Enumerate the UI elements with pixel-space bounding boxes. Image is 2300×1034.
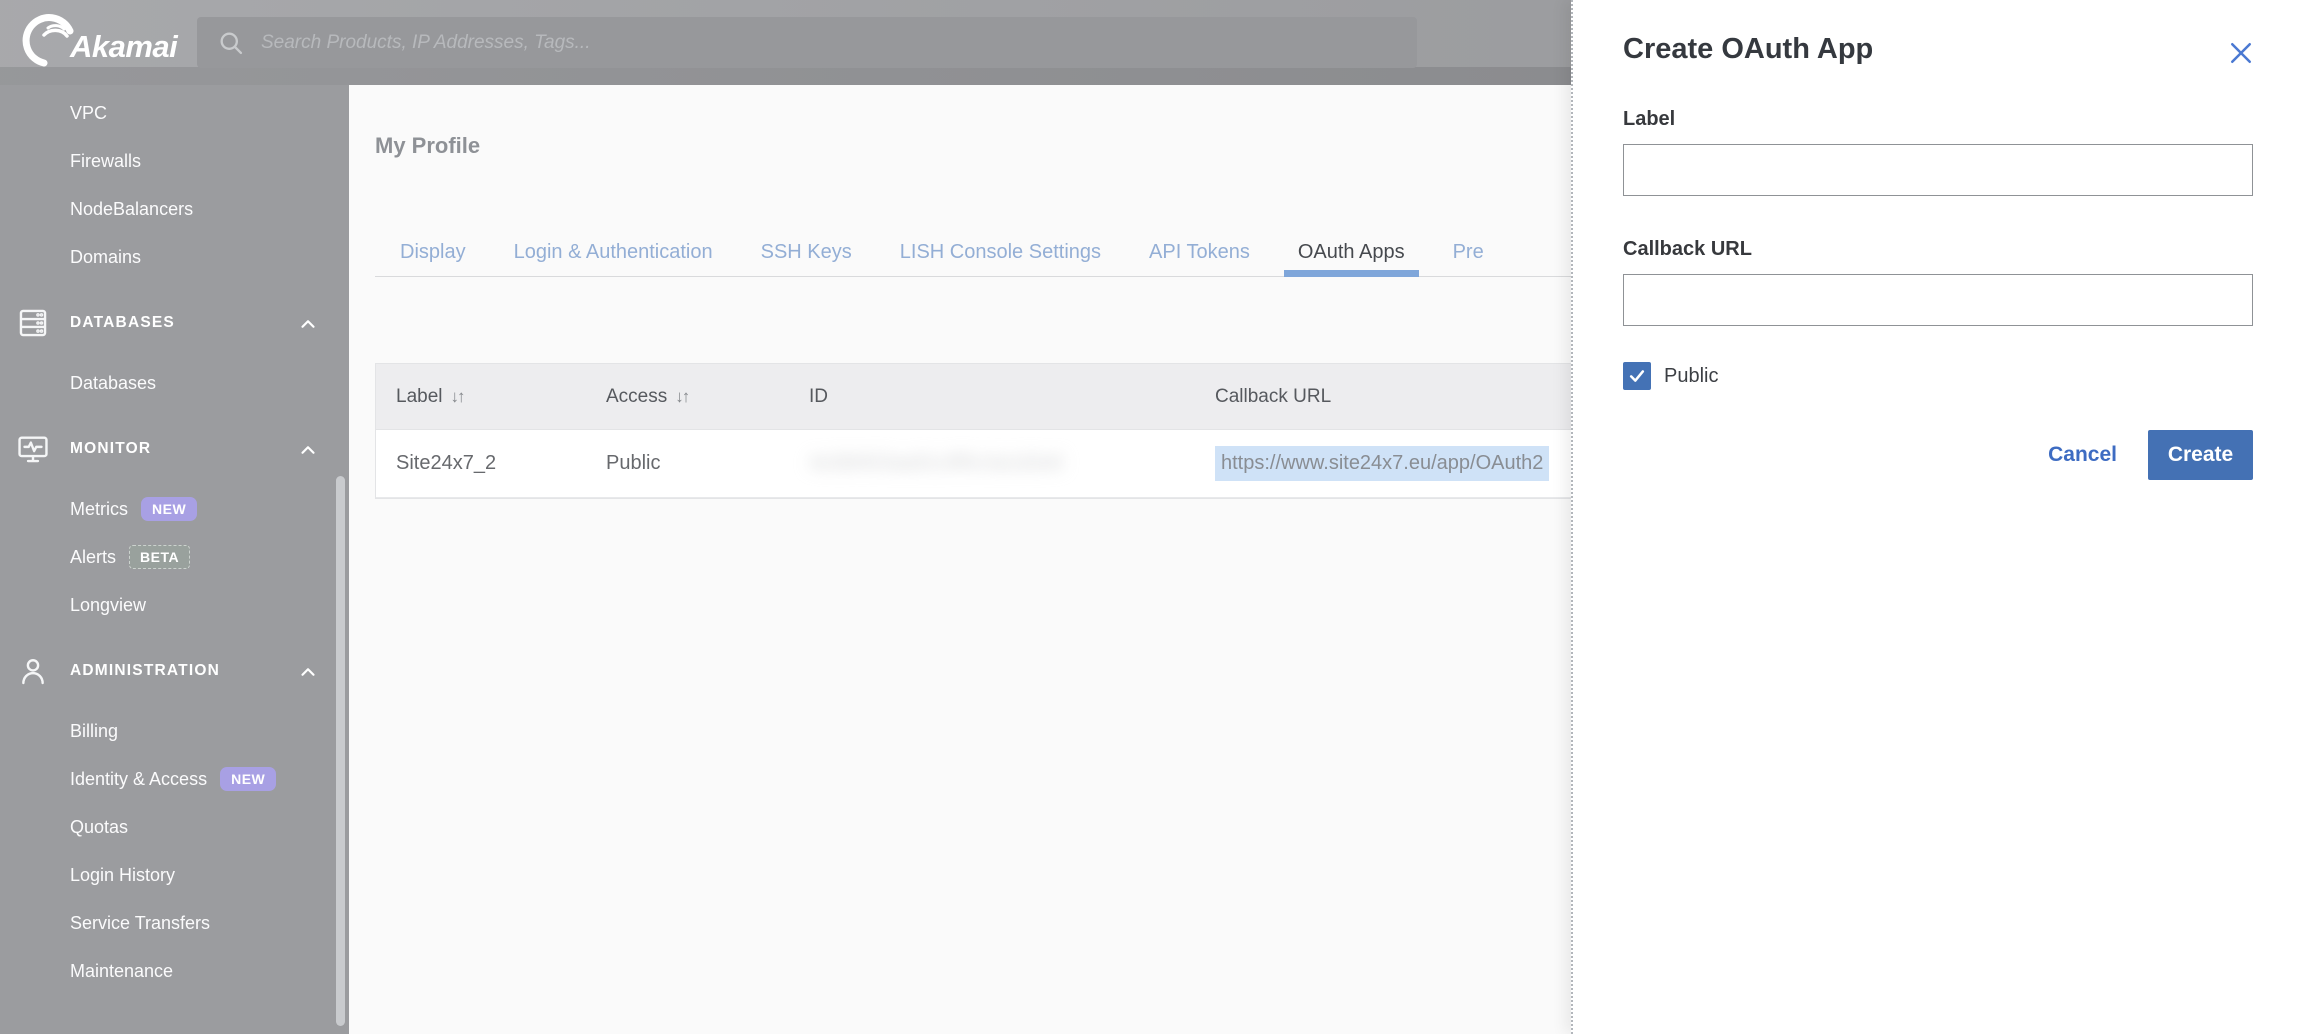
sidebar-item-billing[interactable]: Billing: [0, 707, 349, 755]
sidebar-item-label: Quotas: [70, 817, 128, 838]
sidebar-item-label: NodeBalancers: [70, 199, 193, 220]
column-header-id: ID: [789, 364, 1195, 429]
create-oauth-app-drawer: Create OAuth App Label Callback URL Publ…: [1571, 0, 2300, 1034]
create-button[interactable]: Create: [2148, 430, 2253, 480]
sidebar-scrollbar-thumb[interactable]: [336, 476, 345, 1026]
new-badge: NEW: [220, 767, 276, 791]
callback-url-field[interactable]: [1623, 274, 2253, 326]
monitor-icon: [16, 432, 50, 471]
sidebar-item-domains[interactable]: Domains: [0, 233, 349, 281]
sidebar-item-vpc[interactable]: VPC: [0, 89, 349, 137]
sidebar-item-label: Service Transfers: [70, 913, 210, 934]
tab-preferences[interactable]: Pre: [1439, 228, 1498, 276]
drawer-actions: Cancel Create: [1623, 430, 2253, 480]
page-title: My Profile: [375, 133, 480, 159]
sidebar: VPC Firewalls NodeBalancers Domains D: [0, 85, 349, 1034]
column-header-text: Access: [606, 386, 667, 408]
column-header-access[interactable]: Access ↓↑: [586, 364, 789, 429]
table-row[interactable]: Site24x7_2 Public 4e3bf453aa91c9f5c3a1d2…: [376, 430, 1571, 498]
column-header-label[interactable]: Label ↓↑: [376, 364, 586, 429]
sidebar-item-label: VPC: [70, 103, 107, 124]
tab-oauth-apps[interactable]: OAuth Apps: [1284, 228, 1419, 276]
search-input[interactable]: [245, 17, 1417, 68]
new-badge: NEW: [141, 497, 197, 521]
search-icon: [217, 29, 245, 57]
table-header-row: Label ↓↑ Access ↓↑ ID Callback URL: [376, 364, 1571, 430]
beta-badge: BETA: [129, 545, 190, 569]
column-header-callback-url: Callback URL: [1195, 364, 1571, 429]
sidebar-item-databases[interactable]: Databases: [0, 359, 349, 407]
sidebar-item-label: Firewalls: [70, 151, 141, 172]
public-checkbox-label: Public: [1664, 365, 1718, 388]
callback-url-field-label: Callback URL: [1623, 238, 2253, 261]
column-header-text: Label: [396, 386, 443, 408]
drawer-title: Create OAuth App: [1623, 33, 2253, 66]
label-field[interactable]: [1623, 144, 2253, 196]
sidebar-item-identity-access[interactable]: Identity & Access NEW: [0, 755, 349, 803]
main-content: My Profile Display Login & Authenticatio…: [349, 85, 1571, 1034]
tab-api-tokens[interactable]: API Tokens: [1135, 228, 1264, 276]
sidebar-item-login-history[interactable]: Login History: [0, 851, 349, 899]
close-icon[interactable]: [2226, 38, 2256, 68]
cell-id: 4e3bf453aa91c9f5c3a1d2e8: [789, 430, 1195, 497]
sidebar-item-alerts[interactable]: Alerts BETA: [0, 533, 349, 581]
sidebar-item-maintenance[interactable]: Maintenance: [0, 947, 349, 995]
sidebar-item-label: Billing: [70, 721, 118, 742]
cell-label: Site24x7_2: [376, 430, 586, 497]
logo-wordmark: Akamai: [70, 29, 177, 65]
sort-icon[interactable]: ↓↑: [451, 387, 464, 407]
sidebar-section-label: DATABASES: [70, 314, 175, 332]
check-icon: [1627, 366, 1647, 386]
cell-access: Public: [586, 430, 789, 497]
tab-display[interactable]: Display: [386, 228, 480, 276]
cancel-button[interactable]: Cancel: [2048, 443, 2117, 467]
sidebar-item-label: Databases: [70, 373, 156, 394]
sidebar-item-longview[interactable]: Longview: [0, 581, 349, 629]
chevron-up-icon: [297, 661, 319, 688]
sidebar-section-databases[interactable]: DATABASES: [0, 299, 349, 347]
tab-ssh-keys[interactable]: SSH Keys: [747, 228, 866, 276]
public-checkbox[interactable]: [1623, 362, 1651, 390]
person-icon: [16, 654, 50, 693]
sidebar-item-label: Domains: [70, 247, 141, 268]
sidebar-item-quotas[interactable]: Quotas: [0, 803, 349, 851]
sidebar-item-label: Identity & Access: [70, 769, 207, 790]
callback-url-selected-text: https://www.site24x7.eu/app/OAuth2: [1215, 446, 1549, 481]
profile-tabs: Display Login & Authentication SSH Keys …: [375, 228, 1571, 277]
column-header-text: ID: [809, 386, 828, 408]
sidebar-item-service-transfers[interactable]: Service Transfers: [0, 899, 349, 947]
chevron-up-icon: [297, 313, 319, 340]
global-search: [197, 17, 1417, 68]
sidebar-section-administration[interactable]: ADMINISTRATION: [0, 647, 349, 695]
column-header-text: Callback URL: [1215, 386, 1331, 408]
oauth-app-access: Public: [606, 452, 660, 475]
oauth-apps-table: Label ↓↑ Access ↓↑ ID Callback URL Site2…: [375, 363, 1571, 499]
chevron-up-icon: [297, 439, 319, 466]
sidebar-section-monitor[interactable]: MONITOR: [0, 425, 349, 473]
sidebar-section-label: MONITOR: [70, 440, 151, 458]
sort-icon[interactable]: ↓↑: [675, 387, 688, 407]
redacted-id: 4e3bf453aa91c9f5c3a1d2e8: [809, 452, 1063, 475]
tab-login-authentication[interactable]: Login & Authentication: [500, 228, 727, 276]
database-icon: [16, 306, 50, 345]
sidebar-item-label: Alerts: [70, 547, 116, 568]
app-screen: Akamai VPC Firewalls NodeBalancers Domai…: [0, 0, 2300, 1034]
public-checkbox-row[interactable]: Public: [1623, 362, 2253, 390]
label-field-label: Label: [1623, 108, 2253, 131]
sidebar-section-label: ADMINISTRATION: [70, 662, 220, 680]
tab-lish-console-settings[interactable]: LISH Console Settings: [886, 228, 1115, 276]
sidebar-item-nodebalancers[interactable]: NodeBalancers: [0, 185, 349, 233]
sidebar-item-metrics[interactable]: Metrics NEW: [0, 485, 349, 533]
sidebar-item-firewalls[interactable]: Firewalls: [0, 137, 349, 185]
oauth-app-label: Site24x7_2: [396, 452, 496, 475]
cell-callback-url: https://www.site24x7.eu/app/OAuth2: [1195, 430, 1571, 497]
sidebar-item-label: Login History: [70, 865, 175, 886]
sidebar-item-label: Maintenance: [70, 961, 173, 982]
sidebar-item-label: Metrics: [70, 499, 128, 520]
akamai-logo[interactable]: Akamai: [22, 7, 177, 71]
sidebar-item-label: Longview: [70, 595, 146, 616]
